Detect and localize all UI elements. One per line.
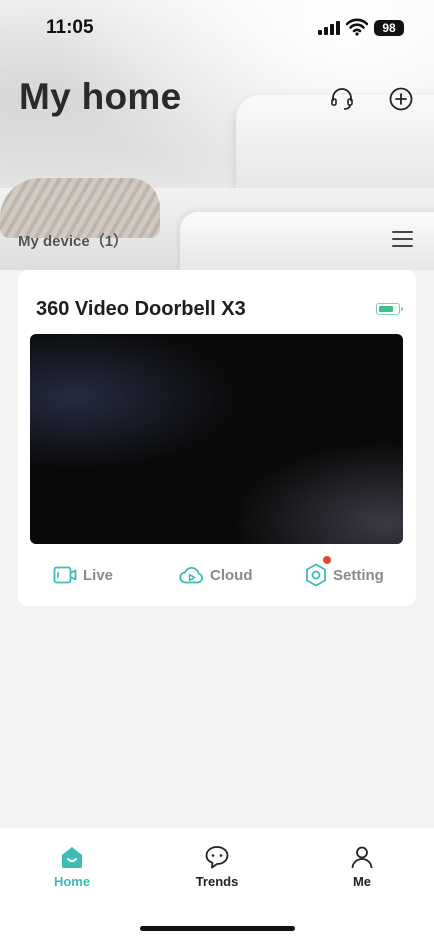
device-card[interactable]: 360 Video Doorbell X3 Live Cloud Setting: [18, 270, 416, 606]
battery-icon: [376, 303, 403, 315]
chat-bubble-icon: [205, 846, 229, 869]
device-actions: Live Cloud Setting: [18, 556, 416, 590]
battery-level-fill: [378, 305, 393, 312]
notification-badge: [323, 556, 331, 564]
plus-circle-icon[interactable]: [388, 86, 414, 112]
status-bar: 11:05 98: [0, 0, 434, 56]
tab-me[interactable]: Me: [317, 844, 407, 894]
cellular-signal-icon: [318, 21, 340, 35]
home-icon: [62, 847, 82, 868]
tab-me-label: Me: [352, 874, 372, 889]
cloud-play-icon: [179, 566, 204, 584]
setting-label: Setting: [333, 566, 384, 584]
person-icon: [351, 846, 373, 869]
live-button[interactable]: Live: [53, 560, 113, 590]
tab-home-label: Home: [53, 874, 91, 889]
knit-blanket: [0, 178, 160, 238]
tab-trends[interactable]: Trends: [172, 844, 262, 894]
camera-preview[interactable]: [30, 334, 403, 544]
headset-icon[interactable]: [329, 86, 355, 112]
hex-gear-icon: [306, 563, 326, 587]
bottom-tab-bar: Home Trends Me: [0, 828, 434, 940]
cloud-button[interactable]: Cloud: [179, 560, 253, 590]
wifi-icon: [346, 18, 368, 36]
page-title: My home: [19, 76, 182, 117]
tab-home[interactable]: Home: [27, 844, 117, 894]
video-icon: [53, 566, 77, 584]
tab-trends-label: Trends: [195, 874, 239, 889]
device-name: 360 Video Doorbell X3: [36, 298, 246, 320]
live-label: Live: [83, 566, 114, 584]
hamburger-menu-icon[interactable]: [392, 229, 414, 249]
setting-button[interactable]: Setting: [305, 556, 384, 590]
battery-indicator: 98: [374, 20, 404, 36]
home-indicator: [140, 926, 295, 931]
cloud-label: Cloud: [210, 566, 253, 584]
my-device-heading: My device（1）: [18, 233, 129, 250]
status-time: 11:05: [46, 17, 94, 38]
